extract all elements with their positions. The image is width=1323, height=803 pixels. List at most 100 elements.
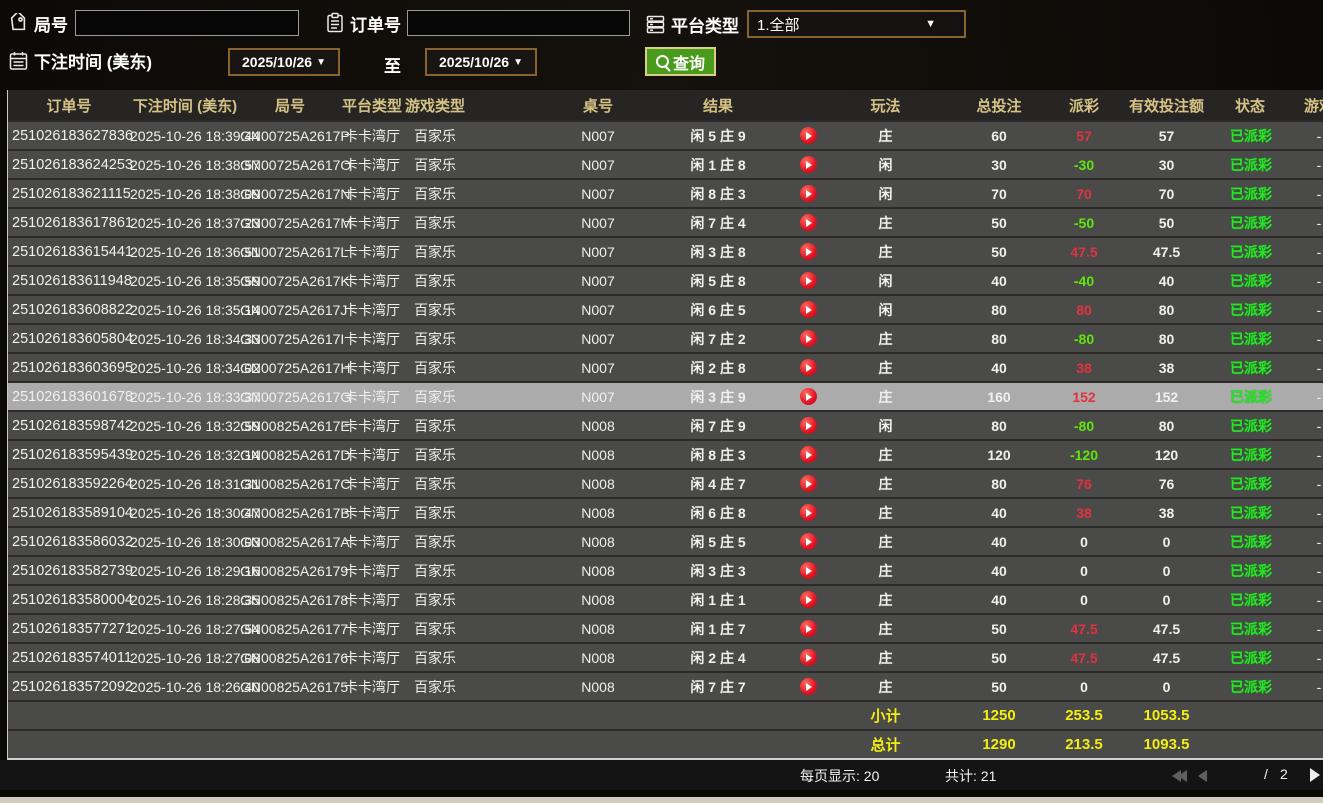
cell-time: 2025-10-26 18:37:23 [130,214,260,231]
cell-table-no: N007 [581,185,615,202]
table-row[interactable]: 251026183586032 2025-10-26 18:30:03 GN0082… [8,526,1323,555]
cell-total-bet: 50 [991,649,1007,666]
table-row[interactable]: 251026183624253 2025-10-26 18:38:57 GN0072… [8,149,1323,178]
status-badge: 已派彩 [1230,330,1272,347]
round-no-label: 局号 [34,15,68,35]
status-badge: 已派彩 [1230,185,1272,202]
cell-total-bet: 50 [991,620,1007,637]
cell-time: 2025-10-26 18:28:35 [130,591,260,608]
cell-result: 闲 8 庄 3 [690,185,746,202]
cell-payout: 0 [1080,678,1088,695]
replay-play-icon[interactable] [799,330,817,347]
cell-valid-bet: 0 [1162,678,1171,695]
status-badge: 已派彩 [1230,649,1272,666]
date-from-select[interactable]: 2025/10/26 ▼ [228,48,340,76]
date-to-select[interactable]: 2025/10/26 ▼ [425,48,537,76]
cell-platform: 卡卡湾厅 [344,330,400,347]
cell-round: GN00725A2617L [240,243,349,260]
cell-round: GN00825A26176 [240,649,349,666]
page-separator: / [1264,766,1268,782]
cell-time: 2025-10-26 18:29:16 [130,562,260,579]
cell-play: 庄 [878,243,893,260]
table-row[interactable]: 251026183595439 2025-10-26 18:32:14 GN0082… [8,439,1323,468]
pagination-bar: 每页显示: 20 共计: 21 1 / 2 [0,760,1323,790]
cell-order: 251026183572092 [12,678,133,695]
cell-payout: 38 [1076,359,1092,376]
cell-valid-bet: 30 [1158,156,1175,173]
replay-play-icon[interactable] [799,359,817,376]
cell-platform: 卡卡湾厅 [344,504,400,521]
table-row[interactable]: 251026183582739 2025-10-26 18:29:16 GN0082… [8,555,1323,584]
replay-play-icon[interactable] [799,185,817,202]
replay-play-icon[interactable] [799,649,817,666]
replay-play-icon[interactable] [799,475,817,492]
cell-round: GN00725A2617O [240,156,352,173]
cell-total-bet: 120 [987,446,1011,463]
cell-valid-bet: 38 [1158,504,1175,521]
order-no-input[interactable] [407,10,630,36]
replay-play-icon[interactable] [799,127,817,144]
replay-play-icon[interactable] [799,446,817,463]
table-row[interactable]: 251026183603695 2025-10-26 18:34:02 GN0072… [8,352,1323,381]
col-payout: 派彩 [1068,97,1099,115]
table-row[interactable]: 251026183577271 2025-10-26 18:27:54 GN0082… [8,613,1323,642]
cell-payout: -80 [1073,417,1095,434]
table-row[interactable]: 251026183608822 2025-10-26 18:35:14 GN0072… [8,294,1323,323]
replay-play-icon[interactable] [799,243,817,260]
cell-game-type: 百家乐 [414,562,456,579]
cell-result: 闲 6 庄 5 [690,301,746,318]
cell-play: 庄 [878,533,893,550]
replay-play-icon[interactable] [799,591,817,608]
table-row[interactable]: 251026183574011 2025-10-26 18:27:08 GN0082… [8,642,1323,671]
cell-time: 2025-10-26 18:31:31 [130,475,260,492]
table-row[interactable]: 251026183592264 2025-10-26 18:31:31 GN0082… [8,468,1323,497]
cell-game-type: 百家乐 [414,533,456,550]
table-row[interactable]: 251026183598742 2025-10-26 18:32:59 GN0082… [8,410,1323,439]
platform-type-select[interactable]: 1.全部 ▼ [747,10,966,38]
round-no-input[interactable] [75,10,299,36]
cell-time: 2025-10-26 18:30:47 [130,504,260,521]
table-row[interactable]: 251026183615441 2025-10-26 18:36:51 GN0072… [8,236,1323,265]
replay-play-icon[interactable] [799,678,817,695]
cell-result: 闲 7 庄 7 [690,678,746,695]
cell-valid-bet: 80 [1158,301,1175,318]
table-row[interactable]: 251026183572092 2025-10-26 18:26:40 GN0082… [8,671,1323,700]
table-row[interactable]: 251026183617861 2025-10-26 18:37:23 GN0072… [8,207,1323,236]
status-badge: 已派彩 [1230,388,1272,405]
cell-result: 闲 7 庄 4 [690,214,746,231]
cell-total-bet: 40 [991,533,1007,550]
cell-payout: 70 [1076,185,1092,202]
first-page-icon[interactable] [1172,769,1187,787]
replay-play-icon[interactable] [799,156,817,173]
table-row[interactable]: 251026183580004 2025-10-26 18:28:35 GN0082… [8,584,1323,613]
replay-play-icon[interactable] [799,272,817,289]
table-row[interactable]: 251026183621115 2025-10-26 18:38:09 GN0072… [8,178,1323,207]
table-row[interactable]: 251026183605804 2025-10-26 18:34:33 GN0072… [8,323,1323,352]
clipboard-icon [325,12,345,34]
search-button-label: 查询 [673,55,706,73]
cell-game: - [1316,533,1322,550]
replay-play-icon[interactable] [799,562,817,579]
cell-platform: 卡卡湾厅 [344,620,400,637]
search-button[interactable]: 查询 [645,47,717,76]
cell-table-no: N007 [581,388,615,405]
table-row[interactable]: 251026183611948 2025-10-26 18:35:59 GN0072… [8,265,1323,294]
cell-payout: 0 [1080,533,1088,550]
replay-play-icon[interactable] [799,620,817,637]
cell-game-type: 百家乐 [414,475,456,492]
table-row[interactable]: 251026183589104 2025-10-26 18:30:47 GN0082… [8,497,1323,526]
table-row[interactable]: 251026183627836 2025-10-26 18:39:44 GN0072… [8,120,1323,149]
replay-play-icon[interactable] [799,214,817,231]
replay-play-icon[interactable] [799,504,817,521]
replay-play-icon[interactable] [799,301,817,318]
replay-play-icon[interactable] [799,388,817,405]
cell-play: 闲 [878,417,893,434]
status-badge: 已派彩 [1230,243,1272,260]
cell-payout: -30 [1073,156,1095,173]
table-row[interactable]: 251026183601678 2025-10-26 18:33:37 GN0072… [8,381,1323,410]
prev-page-icon[interactable] [1198,769,1207,787]
replay-play-icon[interactable] [799,417,817,434]
replay-play-icon[interactable] [799,533,817,550]
cell-replay [778,678,838,695]
next-page-icon[interactable] [1310,768,1320,787]
